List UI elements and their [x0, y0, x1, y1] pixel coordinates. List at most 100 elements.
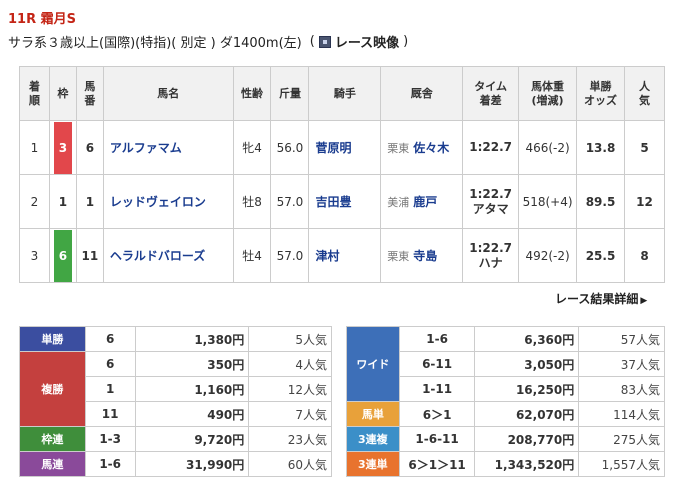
payout-type-label: 枠連 [19, 426, 86, 452]
payout-type-label: 3連複 [346, 426, 400, 452]
trainer-affiliation: 栗東 [387, 250, 410, 263]
header-odds: 単勝 オッズ [576, 66, 625, 121]
payout-row: ワイド 1-6 6,360円 57人気 [346, 326, 665, 402]
payout-combination: 6-11 [398, 351, 476, 377]
payout-combination: 1-6 [398, 326, 476, 352]
payout-combination: 6 [84, 351, 136, 377]
payout-row: 3連単 6＞1＞11 1,343,520円 1,557人気 [346, 451, 665, 477]
payout-popularity: 4人気 [248, 351, 332, 377]
triangle-right-icon: ▶ [640, 296, 648, 306]
payout-amount: 1,160円 [134, 376, 250, 402]
frame-cell: 6 [48, 228, 77, 283]
horse-number-cell: 11 [75, 228, 104, 283]
horse-number-cell: 1 [75, 174, 104, 229]
race-result-detail-link[interactable]: レース結果詳細 ▶ [555, 290, 647, 307]
trainer-cell: 美浦 鹿戸 [380, 174, 464, 229]
payout-combination: 1 [84, 376, 136, 402]
payout-amount: 9,720円 [134, 426, 250, 452]
payout-popularity: 7人気 [248, 401, 332, 427]
payout-table-right: ワイド 1-6 6,360円 57人気 6-11 3,050円 37人気 1-11 16,250… [346, 326, 665, 477]
body-weight-cell: 466(-2) [518, 120, 578, 175]
trainer-affiliation: 美浦 [387, 196, 410, 209]
payout-amount: 1,380円 [134, 326, 250, 352]
frame-cell: 3 [48, 120, 77, 175]
race-conditions: サラ系３歳以上(国際)(特指)( 別定 ) ダ1400m(左) [8, 36, 302, 51]
payout-amount: 350円 [134, 351, 250, 377]
jockey-cell: 菅原明 [308, 120, 382, 175]
payout-row: 単勝 6 1,380円 5人気 [19, 326, 332, 352]
horse-name-link[interactable]: アルファマム [110, 141, 182, 155]
result-row: 1 3 6 アルファマム 牝4 56.0 菅原明 栗東 佐々木 1:22.7 466(-2) 13.8… [19, 120, 666, 175]
payout-amount: 62,070円 [474, 401, 580, 427]
sex-age-cell: 牡8 [232, 174, 272, 229]
payout-amount: 31,990円 [134, 451, 250, 477]
payout-type-label: 馬連 [19, 451, 86, 477]
payout-amount: 3,050円 [474, 351, 580, 377]
payout-popularity: 57人気 [578, 326, 665, 352]
payout-combination: 1-11 [398, 376, 476, 402]
frame-badge: 3 [53, 121, 72, 174]
payout-combination: 1-6 [84, 451, 136, 477]
result-row: 2 1 1 レッドヴェイロン 牡8 57.0 吉田豊 美浦 鹿戸 1:22.7 アタマ 518(+4)… [19, 174, 666, 229]
payout-popularity: 12人気 [248, 376, 332, 402]
popularity-cell: 5 [623, 120, 666, 175]
frame-badge: 6 [53, 229, 72, 282]
race-video-label: レース映像 [334, 36, 400, 51]
results-header-row: 着順 枠 馬番 馬名 性齢 斤量 騎手 厩舎 タイム 着差 馬体重 (増減) 単勝オ… [19, 66, 666, 121]
results-table: 着順 枠 馬番 馬名 性齢 斤量 騎手 厩舎 タイム 着差 馬体重 (増減) 単勝オ… [19, 66, 666, 283]
detail-link-label: レース結果詳細 [555, 292, 639, 306]
jockey-link[interactable]: 菅原明 [315, 141, 351, 155]
payout-row: 複勝 6 350円 4人気 [19, 351, 332, 427]
payout-type-label: 3連単 [346, 451, 400, 477]
trainer-link[interactable]: 鹿戸 [413, 195, 437, 209]
finish-time: 1:22.7 [469, 186, 512, 201]
jockey-link[interactable]: 津村 [315, 249, 339, 263]
sex-age-cell: 牝4 [232, 120, 272, 175]
frame-badge: 1 [53, 175, 72, 228]
result-row: 3 6 11 ヘラルドバローズ 牡4 57.0 津村 栗東 寺島 1:22.7 ハナ 492(-2) 2… [19, 228, 666, 283]
header-horse: 馬名 [102, 66, 234, 121]
payout-table-left: 単勝 6 1,380円 5人気 複勝 6 350円 4人気 1 1,160円 12人気 11 490円 7… [19, 326, 332, 477]
odds-cell: 89.5 [576, 174, 625, 229]
body-weight-cell: 518(+4) [518, 174, 578, 229]
header-rank: 着順 [19, 66, 50, 121]
payout-type-label: ワイド [346, 326, 400, 402]
jockey-cell: 吉田豊 [308, 174, 382, 229]
weight-cell: 56.0 [270, 120, 310, 175]
horse-name-link[interactable]: ヘラルドバローズ [110, 249, 205, 263]
margin: アタマ [472, 201, 509, 216]
horse-name-link[interactable]: レッドヴェイロン [110, 195, 206, 209]
jockey-cell: 津村 [308, 228, 382, 283]
payout-popularity: 60人気 [248, 451, 332, 477]
payout-row: 馬連 1-6 31,990円 60人気 [19, 451, 332, 477]
race-video-link[interactable]: レース映像 [315, 32, 399, 51]
rank-cell: 3 [19, 228, 50, 283]
weight-cell: 57.0 [270, 174, 310, 229]
payout-popularity: 37人気 [578, 351, 665, 377]
payout-amount: 6,360円 [474, 326, 580, 352]
horse-cell: アルファマム [102, 120, 234, 175]
header-body: 馬体重 (増減) [518, 66, 578, 121]
trainer-link[interactable]: 寺島 [413, 249, 437, 263]
payout-combination: 1-3 [84, 426, 136, 452]
video-icon [318, 35, 331, 48]
time-cell: 1:22.7 ハナ [462, 228, 520, 283]
header-time: タイム 着差 [462, 66, 520, 121]
race-title: 11R 霜月S [8, 12, 76, 27]
payout-type-label: 単勝 [19, 326, 86, 352]
popularity-cell: 8 [623, 228, 666, 283]
payout-popularity: 275人気 [578, 426, 665, 452]
odds-cell: 25.5 [576, 228, 625, 283]
payout-type-label: 複勝 [19, 351, 86, 427]
jockey-link[interactable]: 吉田豊 [315, 195, 351, 209]
payout-popularity: 114人気 [578, 401, 665, 427]
margin: ハナ [478, 255, 503, 270]
payout-type-label: 馬単 [346, 401, 400, 427]
payout-popularity: 1,557人気 [578, 451, 665, 477]
payout-amount: 1,343,520円 [474, 451, 580, 477]
header-num: 馬番 [75, 66, 104, 121]
trainer-link[interactable]: 佐々木 [413, 141, 449, 155]
rank-cell: 2 [19, 174, 50, 229]
header-trainer: 厩舎 [380, 66, 464, 121]
race-conditions-line: サラ系３歳以上(国際)(特指)( 別定 ) ダ1400m(左) ( レース映像 … [8, 32, 408, 51]
